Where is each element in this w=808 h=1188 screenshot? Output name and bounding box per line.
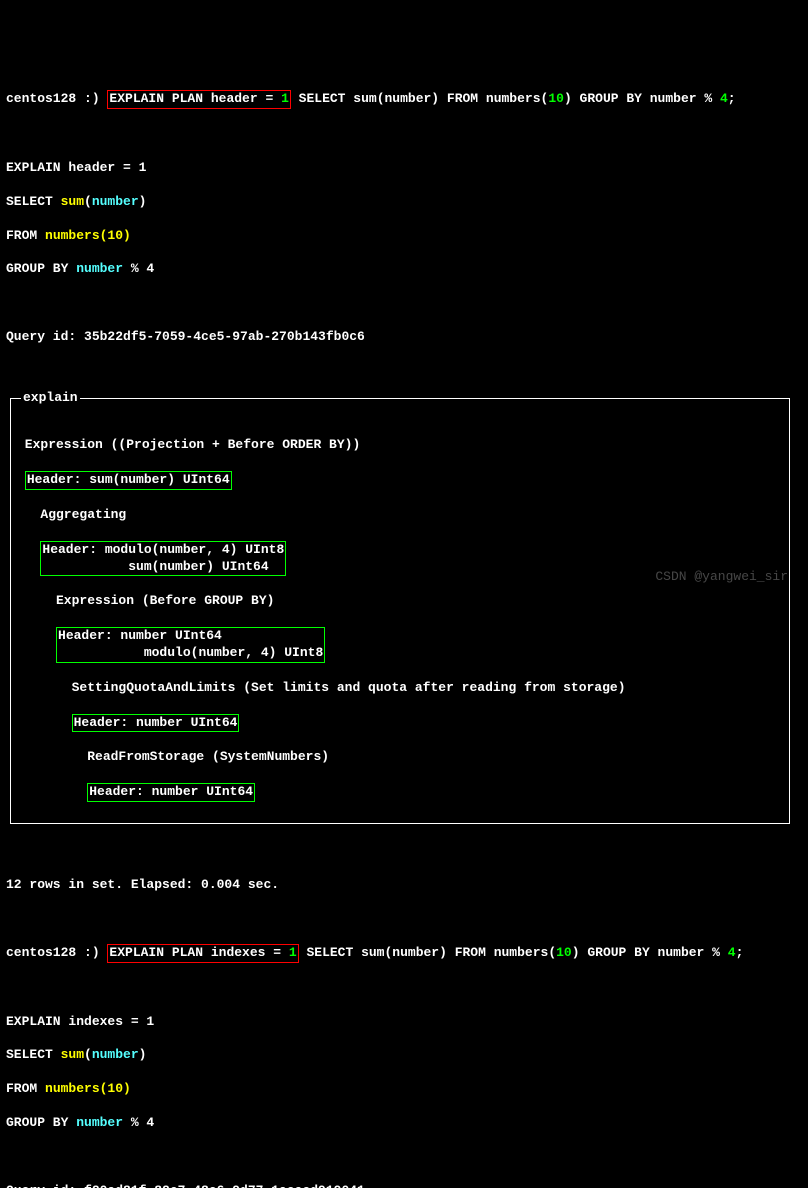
echo-line: EXPLAIN indexes = 1 bbox=[6, 1014, 802, 1031]
header-highlight: Header: sum(number) UInt64 bbox=[25, 471, 232, 490]
explain-title: explain bbox=[21, 390, 80, 407]
plan-line: Header: number UInt64 modulo(number, 4) … bbox=[17, 627, 783, 663]
query-id: Query id: f20ad81f-82c7-48e6-9d77-1aeaed… bbox=[6, 1183, 802, 1188]
echo-line: SELECT sum(number) bbox=[6, 194, 802, 211]
query-id: Query id: 35b22df5-7059-4ce5-97ab-270b14… bbox=[6, 329, 802, 346]
echo-line: GROUP BY number % 4 bbox=[6, 1115, 802, 1132]
echo-line: EXPLAIN header = 1 bbox=[6, 160, 802, 177]
echo-line: SELECT sum(number) bbox=[6, 1047, 802, 1064]
header-highlight: Header: number UInt64 bbox=[72, 714, 240, 733]
plan-line: Header: number UInt64 bbox=[17, 783, 783, 802]
explain-highlight: EXPLAIN PLAN header = 1 bbox=[107, 90, 290, 109]
echo-line: FROM numbers(10) bbox=[6, 1081, 802, 1098]
plan-line: Header: sum(number) UInt64 bbox=[17, 471, 783, 490]
explain-highlight: EXPLAIN PLAN indexes = 1 bbox=[107, 944, 298, 963]
plan-line: Aggregating bbox=[17, 507, 783, 524]
host: centos128 :) bbox=[6, 91, 107, 106]
header-highlight: Header: number UInt64 modulo(number, 4) … bbox=[56, 627, 325, 663]
header-highlight: Header: modulo(number, 4) UInt8 sum(numb… bbox=[40, 541, 286, 577]
terminal-output: centos128 :) EXPLAIN PLAN header = 1 SEL… bbox=[6, 74, 802, 1188]
rows-summary: 12 rows in set. Elapsed: 0.004 sec. bbox=[6, 877, 802, 894]
prompt-line-2[interactable]: centos128 :) EXPLAIN PLAN indexes = 1 SE… bbox=[6, 944, 802, 963]
header-highlight: Header: number UInt64 bbox=[87, 783, 255, 802]
explain-box-1: explain Expression ((Projection + Before… bbox=[10, 398, 790, 823]
echo-line: FROM numbers(10) bbox=[6, 228, 802, 245]
host: centos128 :) bbox=[6, 945, 107, 960]
echo-line: GROUP BY number % 4 bbox=[6, 261, 802, 278]
prompt-line-1[interactable]: centos128 :) EXPLAIN PLAN header = 1 SEL… bbox=[6, 90, 802, 109]
plan-line: Expression ((Projection + Before ORDER B… bbox=[17, 437, 783, 454]
plan-line: ReadFromStorage (SystemNumbers) bbox=[17, 749, 783, 766]
plan-line: Expression (Before GROUP BY) bbox=[17, 593, 783, 610]
plan-line: Header: number UInt64 bbox=[17, 714, 783, 733]
plan-line: SettingQuotaAndLimits (Set limits and qu… bbox=[17, 680, 783, 697]
watermark: CSDN @yangwei_sir bbox=[655, 569, 788, 586]
